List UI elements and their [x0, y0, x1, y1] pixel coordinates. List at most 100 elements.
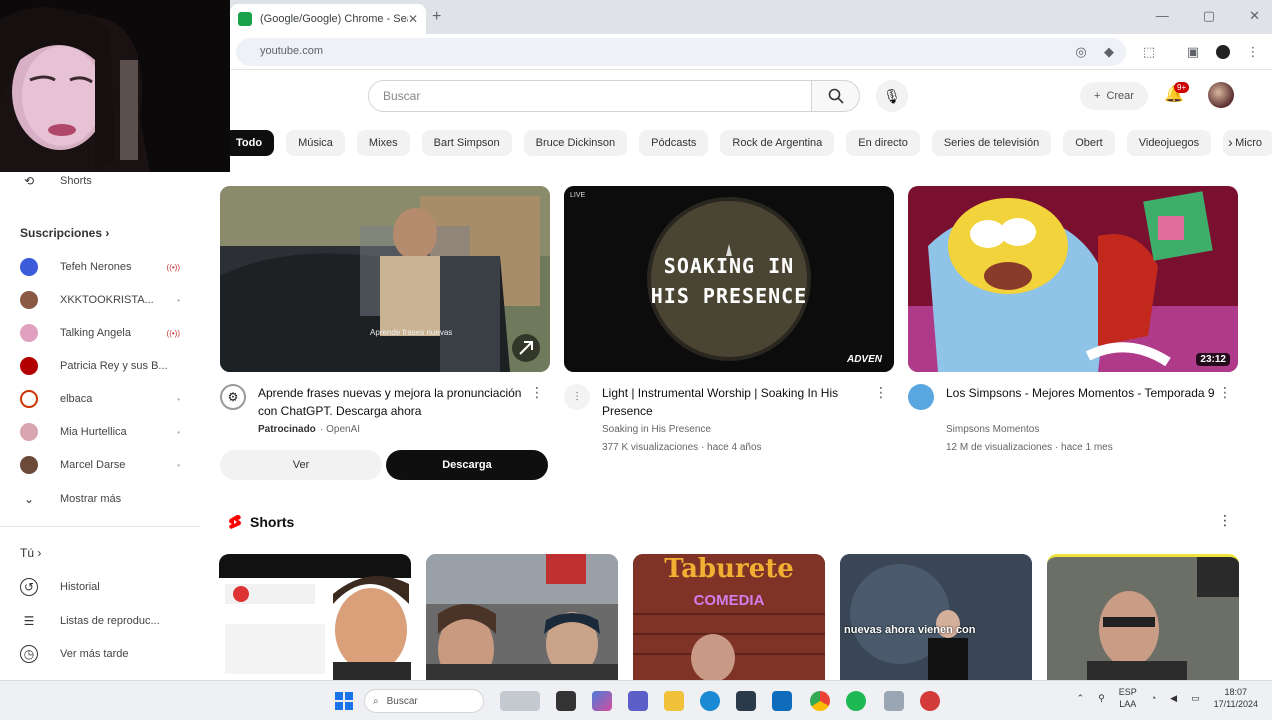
copilot-icon[interactable]	[592, 691, 612, 711]
ad-thumbnail-image	[220, 186, 550, 372]
video-stats: 12 M de visualizaciones · hace 1 mes	[946, 442, 1113, 453]
chip[interactable]: Rock de Argentina	[720, 130, 835, 156]
extensions-puzzle-icon[interactable]: ⬚	[1140, 43, 1158, 61]
advertiser-label: · OpenAI	[320, 424, 361, 435]
channel-name[interactable]: Soaking in His Presence	[602, 424, 711, 435]
voice-search-button[interactable]: 🎙	[876, 80, 908, 112]
create-button[interactable]: + Crear	[1080, 82, 1148, 110]
playlist-icon: ☰	[23, 614, 35, 628]
windows-taskbar: ⌕ Buscar ⌃ ⚲ ESP LAA ◔ ◀ ▭ 18:07 17/11/2…	[0, 680, 1272, 720]
subscriptions-heading[interactable]: Suscripciones ›	[20, 226, 109, 240]
clock[interactable]: 18:07 17/11/2024	[1214, 686, 1258, 710]
channel-name[interactable]: Simpsons Momentos	[946, 424, 1039, 435]
sidebar-item-history[interactable]: ↺ Historial	[20, 576, 180, 598]
video-thumbnail[interactable]: LIVE SOAKING IN HIS PRESENCE ADVEN	[564, 186, 894, 372]
taskbar-search[interactable]: ⌕ Buscar	[364, 689, 484, 713]
you-heading[interactable]: Tú ›	[20, 546, 41, 560]
search-input[interactable]: Buscar	[368, 80, 812, 112]
channel-avatar[interactable]: ⫶	[564, 384, 590, 410]
chip[interactable]: Bruce Dickinson	[523, 130, 628, 156]
chip[interactable]: Todo	[224, 130, 275, 156]
search-button[interactable]	[812, 80, 860, 112]
more-options-icon[interactable]: ⋮	[1218, 384, 1232, 401]
openai-logo-icon: ⚙	[220, 384, 246, 410]
teams-icon[interactable]	[628, 691, 648, 711]
app-icon[interactable]	[920, 691, 940, 711]
short-thumbnail[interactable]	[1047, 554, 1239, 680]
app-icon[interactable]	[884, 691, 904, 711]
sidebar-item-subscription[interactable]: XKKTOOKRISTA... •	[20, 289, 180, 311]
extension-icon[interactable]: ◆	[1100, 43, 1118, 61]
chip[interactable]: Obert	[1063, 130, 1115, 156]
usb-icon[interactable]: ⚲	[1098, 693, 1105, 704]
sidebar-item-watch-later[interactable]: ◷ Ver más tarde	[20, 643, 180, 665]
outlook-icon[interactable]	[772, 691, 792, 711]
sidebar-item-shorts[interactable]: ⟲ Shorts	[20, 170, 180, 192]
system-tray: ⌃ ⚲ ESP LAA ◔ ◀ ▭ 18:07 17/11/2024	[1077, 686, 1258, 710]
sidebar-item-subscription[interactable]: Talking Angela ((•))	[20, 322, 180, 344]
new-content-dot-icon: •	[177, 460, 180, 470]
more-options-icon[interactable]: ⋮	[530, 384, 544, 401]
windows-start-icon[interactable]	[334, 691, 354, 711]
tab-close-icon[interactable]: ✕	[408, 12, 418, 26]
maximize-button[interactable]: ▢	[1203, 8, 1215, 24]
sidebar-item-subscription[interactable]: Mia Hurtellica •	[20, 421, 180, 443]
file-explorer-icon[interactable]	[664, 691, 684, 711]
menu-kebab-icon[interactable]: ⋮	[1244, 43, 1262, 61]
store-icon[interactable]	[736, 691, 756, 711]
new-tab-button[interactable]: +	[432, 8, 441, 26]
widgets-icon[interactable]	[500, 691, 540, 711]
edge-icon[interactable]	[700, 691, 720, 711]
extension-icon[interactable]: ◎	[1072, 43, 1090, 61]
chip[interactable]: Bart Simpson	[421, 130, 512, 156]
minimize-button[interactable]: —	[1156, 8, 1169, 24]
search-icon: ⌕	[373, 695, 379, 707]
volume-icon[interactable]: ◀	[1170, 693, 1177, 704]
chip[interactable]: Mixes	[356, 130, 410, 156]
browser-tab[interactable]: (Google/Google) Chrome - Search ✕	[230, 4, 426, 34]
profile-icon[interactable]	[1214, 43, 1232, 61]
spotify-icon[interactable]	[846, 691, 866, 711]
short-thumbnail[interactable]: Taburete COMEDIA	[633, 554, 825, 680]
account-avatar[interactable]	[1208, 82, 1234, 108]
channel-avatar[interactable]	[908, 384, 934, 410]
video-thumbnail[interactable]: Aprende frases nuevas	[220, 186, 550, 372]
shorts-icon: ⟲	[23, 174, 35, 188]
chip[interactable]: Videojuegos	[1126, 130, 1212, 156]
address-bar[interactable]: youtube.com	[236, 38, 1126, 66]
language-indicator[interactable]: ESP LAA	[1119, 686, 1137, 710]
sidebar-item-subscription[interactable]: Tefeh Nerones ((•))	[20, 256, 180, 278]
video-stats: 377 K visualizaciones · hace 4 años	[602, 442, 762, 453]
video-thumbnail[interactable]: 23:12	[908, 186, 1238, 372]
task-view-icon[interactable]	[556, 691, 576, 711]
new-content-dot-icon: •	[177, 295, 180, 305]
sidebar-item-playlists[interactable]: ☰ Listas de reproduc...	[20, 610, 180, 632]
chrome-icon[interactable]	[810, 691, 830, 711]
chevron-right-icon[interactable]: ›	[1228, 134, 1233, 150]
short-thumbnail[interactable]	[426, 554, 618, 680]
chip[interactable]: En directo	[846, 130, 920, 156]
sidebar-item-subscription[interactable]: Marcel Darse •	[20, 454, 180, 476]
chip[interactable]: Pódcasts	[639, 130, 709, 156]
sidebar-item-subscription[interactable]: elbaca •	[20, 388, 180, 410]
tray-chevron-icon[interactable]: ⌃	[1077, 693, 1085, 704]
video-title[interactable]: Light | Instrumental Worship | Soaking I…	[602, 384, 872, 420]
chip[interactable]: Series de televisión	[931, 130, 1052, 156]
sidebar-show-more[interactable]: ⌄ Mostrar más	[20, 488, 180, 510]
battery-icon[interactable]: ▭	[1191, 693, 1200, 704]
short-thumbnail[interactable]	[219, 554, 411, 680]
descarga-button[interactable]: Descarga	[386, 450, 548, 480]
ver-button[interactable]: Ver	[220, 450, 382, 480]
short-headline: Taburete	[664, 554, 794, 584]
video-title[interactable]: Aprende frases nuevas y mejora la pronun…	[258, 384, 528, 420]
sidebar-item-subscription[interactable]: Patricia Rey y sus B...	[20, 355, 180, 377]
chip[interactable]: Música	[286, 130, 345, 156]
video-title[interactable]: Los Simpsons - Mejores Momentos - Tempor…	[946, 384, 1216, 402]
more-options-icon[interactable]: ⋮	[1218, 512, 1232, 529]
filter-chips: Todo Música Mixes Bart Simpson Bruce Dic…	[224, 130, 1272, 156]
close-window-button[interactable]: ✕	[1249, 8, 1260, 24]
short-thumbnail[interactable]: nuevas ahora vienen con	[840, 554, 1032, 680]
more-options-icon[interactable]: ⋮	[874, 384, 888, 401]
sidepanel-icon[interactable]: ▣	[1184, 43, 1202, 61]
wifi-icon[interactable]: ◔	[1151, 693, 1156, 703]
